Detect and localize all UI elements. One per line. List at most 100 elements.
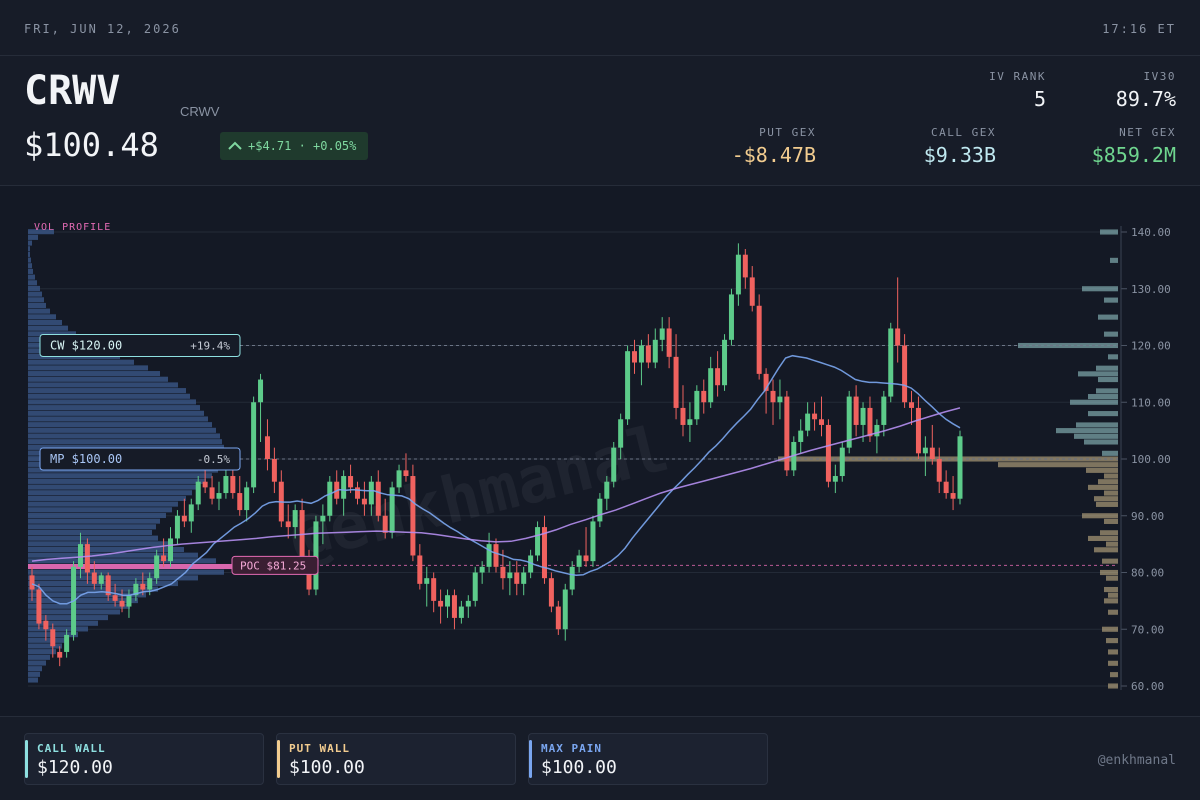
candle-up bbox=[188, 498, 194, 533]
volume-profile-bar bbox=[28, 422, 212, 428]
candle-down bbox=[438, 589, 444, 624]
candle-body bbox=[168, 538, 174, 562]
candle-up bbox=[445, 589, 451, 618]
candle-body bbox=[50, 629, 56, 647]
put-gex-label: PUT GEX bbox=[759, 126, 816, 139]
put-gex-bar bbox=[1102, 626, 1118, 632]
call-gex-bar bbox=[1098, 314, 1118, 320]
call-gex-bar bbox=[1070, 399, 1118, 405]
candle-body bbox=[562, 589, 568, 630]
put-gex-bar bbox=[1088, 484, 1118, 490]
put-wall-value: $100.00 bbox=[289, 757, 365, 778]
candle-down bbox=[909, 390, 915, 425]
y-tick-label: 90.00 bbox=[1131, 510, 1164, 523]
candle-body bbox=[486, 544, 492, 567]
quote-header: CRWV CRWV $100.48 +$4.71 · +0.05% IV RAN… bbox=[0, 56, 1200, 186]
candle-body bbox=[341, 476, 347, 499]
candle-down bbox=[514, 561, 520, 596]
volume-profile-bar bbox=[28, 410, 204, 416]
candle-body bbox=[881, 396, 887, 425]
price-chart[interactable]: 60.00 70.00 80.00 90.00 100.00 110.00 120.00 13… bbox=[0, 186, 1200, 716]
volume-profile-bar bbox=[28, 297, 44, 303]
candle-up bbox=[839, 441, 845, 482]
volume-profile-bar bbox=[28, 274, 35, 280]
candle-body bbox=[770, 390, 776, 403]
call-gex-bar bbox=[1088, 394, 1118, 400]
candle-up bbox=[735, 243, 741, 306]
candle-body bbox=[403, 470, 409, 477]
call-wall-label: CW $120.00 +19.4% bbox=[39, 334, 241, 357]
candle-body bbox=[43, 620, 49, 630]
candle-body bbox=[839, 447, 845, 477]
candle-body bbox=[673, 356, 679, 408]
candle-up bbox=[881, 390, 887, 437]
candle-down bbox=[181, 498, 187, 528]
candle-body bbox=[417, 555, 423, 584]
candle-body bbox=[57, 651, 63, 658]
candle-up bbox=[888, 322, 894, 403]
volume-profile-bar bbox=[28, 524, 156, 530]
volume-profile-bar bbox=[28, 399, 196, 405]
volume-profile-bar bbox=[28, 365, 148, 371]
candle-up bbox=[722, 334, 728, 391]
volume-profile-bar bbox=[28, 529, 152, 536]
candle-body bbox=[735, 254, 741, 295]
volume-profile-bar bbox=[28, 388, 186, 394]
volume-profile-bar bbox=[28, 643, 62, 649]
candle-body bbox=[749, 277, 755, 306]
volume-profile-bar bbox=[28, 660, 46, 666]
put-gex-bar bbox=[1110, 672, 1118, 678]
top-bar: FRI, JUN 12, 2026 17:16 ET bbox=[0, 0, 1200, 56]
candle-body bbox=[611, 447, 617, 482]
candle-down bbox=[431, 572, 437, 613]
volume-profile-bar bbox=[28, 325, 68, 331]
candle-body bbox=[493, 544, 499, 567]
candle-down bbox=[451, 589, 457, 630]
call-gex-value: $9.33B bbox=[923, 143, 996, 167]
call-gex-bar bbox=[1110, 257, 1118, 263]
candle-up bbox=[846, 390, 852, 454]
candle-body bbox=[708, 368, 714, 403]
candle-body bbox=[230, 476, 236, 494]
volume-profile-bar bbox=[28, 586, 158, 592]
candle-up bbox=[874, 419, 880, 454]
max-pain-label-text: MP $100.00 bbox=[50, 452, 122, 466]
candle-up bbox=[611, 441, 617, 488]
call-wall-label: CALL WALL bbox=[37, 742, 106, 755]
candle-up bbox=[832, 464, 838, 494]
put-gex-bar bbox=[1108, 649, 1118, 655]
candle-body bbox=[860, 407, 866, 425]
candle-down bbox=[825, 419, 831, 488]
max-pain-label: MAX PAIN bbox=[541, 742, 602, 755]
put-gex-stat: PUT GEX -$8.47B bbox=[732, 126, 816, 167]
call-wall-card: CALL WALL $120.00 bbox=[24, 733, 264, 785]
volume-profile-bar bbox=[28, 666, 42, 672]
candle-body bbox=[396, 470, 402, 488]
volume-profile-bar bbox=[28, 285, 40, 291]
candle-up bbox=[313, 515, 319, 596]
y-tick-label: 100.00 bbox=[1131, 453, 1171, 466]
volume-profile-bar bbox=[28, 263, 32, 269]
candle-body bbox=[424, 578, 430, 584]
candle-body bbox=[119, 600, 125, 607]
put-wall-label: PUT WALL bbox=[289, 742, 350, 755]
candle-body bbox=[174, 515, 180, 539]
candle-up bbox=[472, 566, 478, 607]
candle-body bbox=[112, 595, 118, 601]
candle-up bbox=[728, 288, 734, 346]
candle-up bbox=[957, 430, 963, 505]
chart-svg[interactable]: 60.00 70.00 80.00 90.00 100.00 110.00 120.00 13… bbox=[0, 186, 1200, 716]
candle-body bbox=[410, 476, 416, 556]
candle-body bbox=[375, 481, 381, 516]
candle-body bbox=[91, 572, 97, 584]
volume-profile-bar bbox=[28, 649, 56, 655]
volume-profile-bar bbox=[28, 308, 50, 314]
candle-body bbox=[202, 481, 208, 488]
candle-down bbox=[57, 646, 63, 667]
put-gex-bar bbox=[1098, 479, 1118, 485]
candle-body bbox=[915, 407, 921, 454]
volume-profile-bar bbox=[28, 637, 68, 643]
candle-body bbox=[715, 368, 721, 386]
ticker-symbol: CRWV bbox=[24, 68, 121, 114]
candle-body bbox=[576, 555, 582, 567]
